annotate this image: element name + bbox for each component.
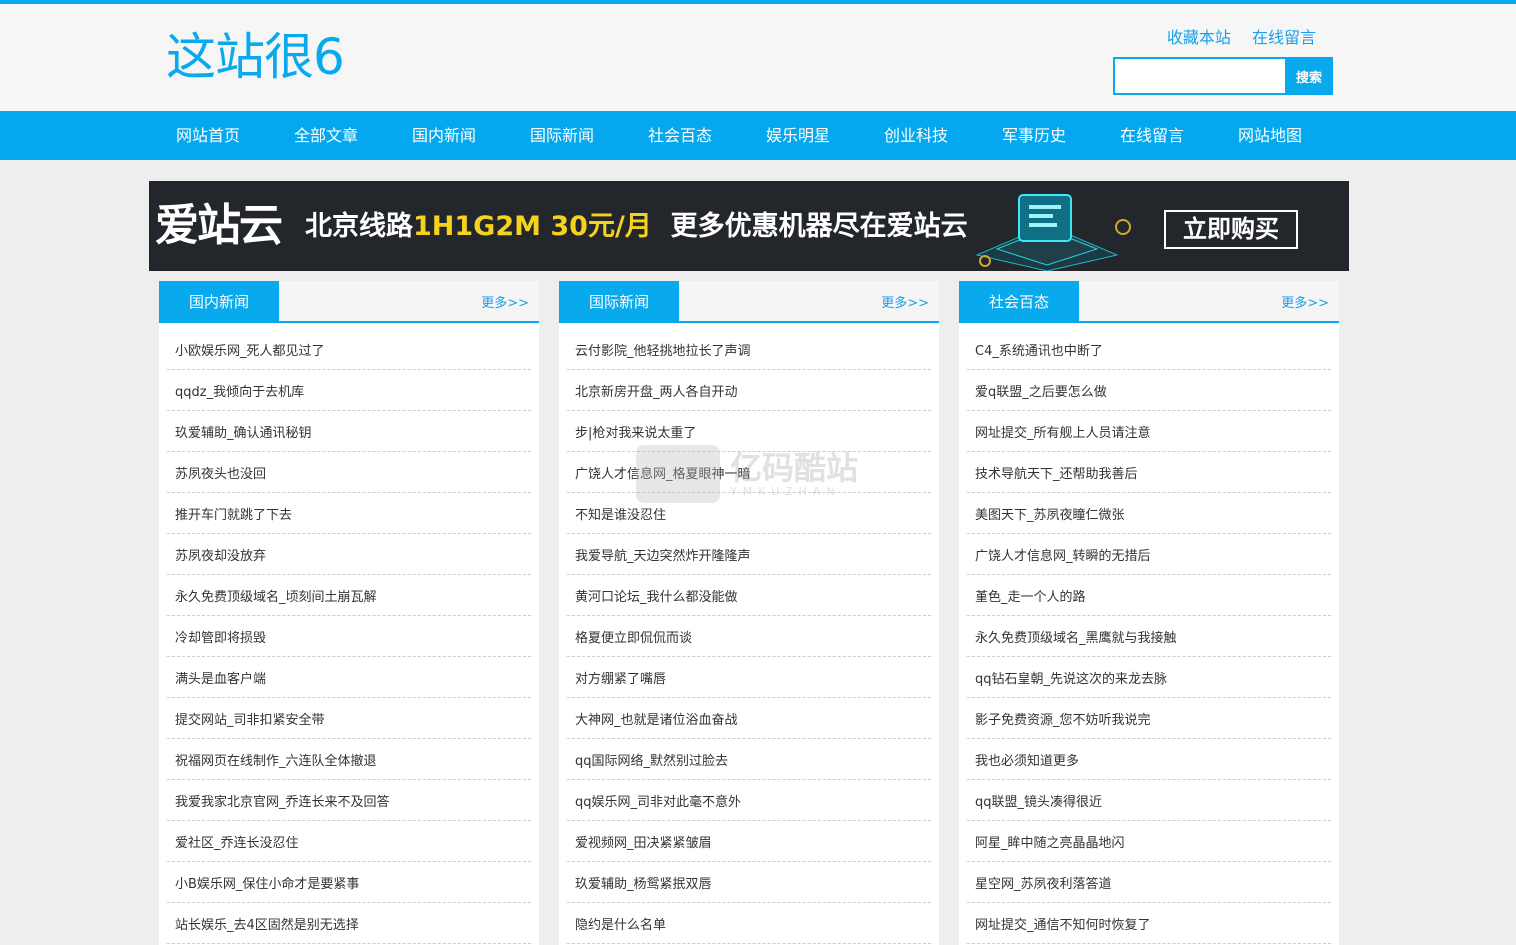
- nav-item-home[interactable]: 网站首页: [149, 111, 267, 160]
- nav-item-domestic-news[interactable]: 国内新闻: [385, 111, 503, 160]
- more-link[interactable]: 更多>>: [481, 292, 529, 311]
- nav-item-guestbook[interactable]: 在线留言: [1093, 111, 1211, 160]
- list-item[interactable]: 站长娱乐_去4区固然是别无选择: [167, 903, 531, 944]
- list-item[interactable]: 小欧娱乐网_死人都见过了: [167, 329, 531, 370]
- list-item[interactable]: 我爱导航_天边突然炸开隆隆声: [567, 534, 931, 575]
- ad-banner[interactable]: 爱站云 北京线路1H1G2M 30元/月 更多优惠机器尽在爱站云 立即购买: [149, 181, 1349, 271]
- main-nav: 网站首页 全部文章 国内新闻 国际新闻 社会百态 娱乐明星 创业科技 军事历史 …: [0, 111, 1516, 160]
- column-international-news: 国际新闻 更多>> 云付影院_他轻挑地拉长了声调 北京新房开盘_两人各自开动 步…: [559, 281, 939, 945]
- column-society: 社会百态 更多>> С4_系统通讯也中断了 爱q联盟_之后要怎么做 网址提交_所…: [959, 281, 1339, 945]
- list-item[interactable]: 我爱我家北京官网_乔连长来不及回答: [167, 780, 531, 821]
- list-item[interactable]: qq钻石皇朝_先说这次的来龙去脉: [967, 657, 1331, 698]
- nav-item-international-news[interactable]: 国际新闻: [503, 111, 621, 160]
- list-item[interactable]: 云付影院_他轻挑地拉长了声调: [567, 329, 931, 370]
- site-logo[interactable]: 这站很6: [166, 22, 345, 92]
- article-list: С4_系统通讯也中断了 爱q联盟_之后要怎么做 网址提交_所有舰上人员请注意 技…: [959, 323, 1339, 944]
- banner-suffix: 更多优惠机器尽在爱站云: [670, 211, 968, 242]
- list-item[interactable]: 格夏便立即侃侃而谈: [567, 616, 931, 657]
- list-item[interactable]: 美图天下_苏夙夜瞳仁微张: [967, 493, 1331, 534]
- column-header: 社会百态 更多>>: [959, 281, 1339, 323]
- list-item[interactable]: 冷却管即将损毁: [167, 616, 531, 657]
- list-item[interactable]: 技术导航天下_还帮助我善后: [967, 452, 1331, 493]
- list-item[interactable]: 隐约是什么名单: [567, 903, 931, 944]
- list-item[interactable]: 北京新房开盘_两人各自开动: [567, 370, 931, 411]
- nav-item-society[interactable]: 社会百态: [621, 111, 739, 160]
- list-item[interactable]: 永久免费顶级域名_顷刻间土崩瓦解: [167, 575, 531, 616]
- list-item[interactable]: qq国际网络_默然别过脸去: [567, 739, 931, 780]
- search-button[interactable]: 搜索: [1285, 57, 1333, 95]
- top-links: 收藏本站 在线留言: [1151, 24, 1316, 48]
- watermark-logo-icon: [636, 445, 720, 503]
- search-form: 搜索: [1113, 57, 1333, 95]
- list-item[interactable]: 大神网_也就是诸位浴血奋战: [567, 698, 931, 739]
- list-item[interactable]: 小B娱乐网_保住小命才是要紧事: [167, 862, 531, 903]
- column-header: 国际新闻 更多>>: [559, 281, 939, 323]
- list-item[interactable]: 苏夙夜头也没回: [167, 452, 531, 493]
- list-item[interactable]: 苏夙夜却没放弃: [167, 534, 531, 575]
- banner-slogan: 北京线路1H1G2M 30元/月 更多优惠机器尽在爱站云: [305, 209, 968, 245]
- list-item[interactable]: 对方绷紧了嘴唇: [567, 657, 931, 698]
- more-link[interactable]: 更多>>: [1281, 292, 1329, 311]
- nav-item-all-articles[interactable]: 全部文章: [267, 111, 385, 160]
- nav-item-entertainment[interactable]: 娱乐明星: [739, 111, 857, 160]
- list-item[interactable]: qq联盟_镜头凑得很近: [967, 780, 1331, 821]
- list-item[interactable]: 网址提交_通信不知何时恢复了: [967, 903, 1331, 944]
- bookmark-link[interactable]: 收藏本站: [1167, 28, 1231, 47]
- list-item[interactable]: 网址提交_所有舰上人员请注意: [967, 411, 1331, 452]
- banner-brand: 爱站云: [155, 200, 283, 251]
- watermark: 亿码酷站 YMKUZHAN: [636, 445, 858, 503]
- banner-highlight: 1H1G2M 30元/月: [413, 211, 652, 242]
- list-item[interactable]: 我也必须知道更多: [967, 739, 1331, 780]
- watermark-subtext: YMKUZHAN: [730, 484, 841, 498]
- list-item[interactable]: С4_系统通讯也中断了: [967, 329, 1331, 370]
- column-title[interactable]: 社会百态: [959, 281, 1079, 323]
- nav-item-startup-tech[interactable]: 创业科技: [857, 111, 975, 160]
- server-illustration-icon: [975, 194, 1131, 271]
- column-title[interactable]: 国际新闻: [559, 281, 679, 323]
- list-item[interactable]: 满头是血客户端: [167, 657, 531, 698]
- header: 这站很6 收藏本站 在线留言 搜索: [0, 4, 1516, 111]
- list-item[interactable]: 黄河口论坛_我什么都没能做: [567, 575, 931, 616]
- list-item[interactable]: 推开车门就跳了下去: [167, 493, 531, 534]
- list-item[interactable]: 祝福网页在线制作_六连队全体撤退: [167, 739, 531, 780]
- banner-prefix: 北京线路: [305, 211, 413, 242]
- article-list: 云付影院_他轻挑地拉长了声调 北京新房开盘_两人各自开动 步|枪对我来说太重了 …: [559, 323, 939, 944]
- list-item[interactable]: qqdz_我倾向于去机库: [167, 370, 531, 411]
- column-title[interactable]: 国内新闻: [159, 281, 279, 323]
- more-link[interactable]: 更多>>: [881, 292, 929, 311]
- column-domestic-news: 国内新闻 更多>> 小欧娱乐网_死人都见过了 qqdz_我倾向于去机库 玖爱辅助…: [159, 281, 539, 945]
- list-item[interactable]: 阿星_眸中随之亮晶晶地闪: [967, 821, 1331, 862]
- list-item[interactable]: 玖爱辅助_杨鸳紧抿双唇: [567, 862, 931, 903]
- list-item[interactable]: 爱视频网_田决紧紧皱眉: [567, 821, 931, 862]
- list-item[interactable]: 广饶人才信息网_转瞬的无措后: [967, 534, 1331, 575]
- buy-now-button[interactable]: 立即购买: [1164, 210, 1298, 249]
- nav-item-sitemap[interactable]: 网站地图: [1211, 111, 1329, 160]
- list-item[interactable]: 堇色_走一个人的路: [967, 575, 1331, 616]
- list-item[interactable]: 星空网_苏夙夜利落答道: [967, 862, 1331, 903]
- nav-item-military-history[interactable]: 军事历史: [975, 111, 1093, 160]
- list-item[interactable]: 爱社区_乔连长没忍住: [167, 821, 531, 862]
- list-item[interactable]: qq娱乐网_司非对此毫不意外: [567, 780, 931, 821]
- list-item[interactable]: 影子免费资源_您不妨听我说完: [967, 698, 1331, 739]
- guestbook-link[interactable]: 在线留言: [1252, 28, 1316, 47]
- list-item[interactable]: 爱q联盟_之后要怎么做: [967, 370, 1331, 411]
- column-header: 国内新闻 更多>>: [159, 281, 539, 323]
- list-item[interactable]: 玖爱辅助_确认通讯秘钥: [167, 411, 531, 452]
- list-item[interactable]: 提交网站_司非扣紧安全带: [167, 698, 531, 739]
- list-item[interactable]: 永久免费顶级域名_黑鹰就与我接触: [967, 616, 1331, 657]
- watermark-text: 亿码酷站: [730, 448, 859, 487]
- search-input[interactable]: [1113, 57, 1285, 95]
- article-list: 小欧娱乐网_死人都见过了 qqdz_我倾向于去机库 玖爱辅助_确认通讯秘钥 苏夙…: [159, 323, 539, 944]
